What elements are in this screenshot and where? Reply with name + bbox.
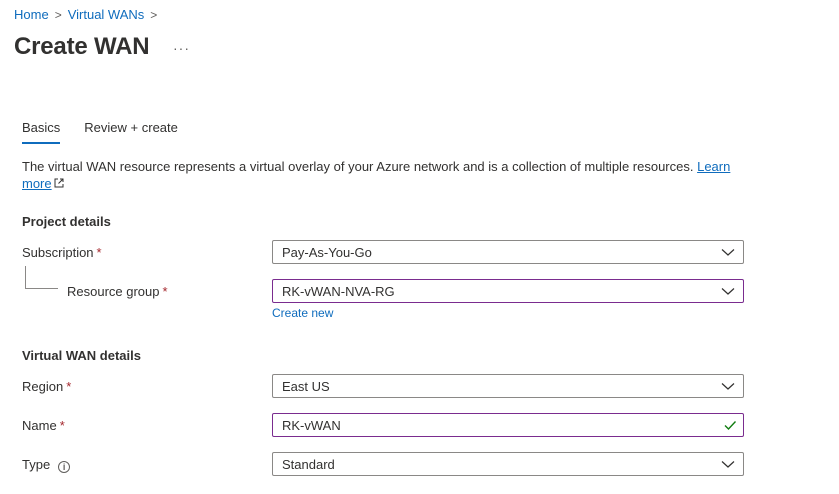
type-label: Type i	[22, 457, 71, 473]
resource-group-value: RK-vWAN-NVA-RG	[282, 283, 395, 299]
info-icon[interactable]: i	[58, 461, 71, 473]
required-marker: *	[162, 284, 168, 299]
required-marker: *	[59, 418, 65, 433]
chevron-down-icon	[721, 288, 735, 295]
region-value: East US	[282, 378, 330, 394]
type-value: Standard	[282, 456, 335, 472]
region-label: Region *	[22, 379, 71, 394]
checkmark-icon	[724, 421, 737, 431]
chevron-down-icon	[721, 249, 735, 256]
breadcrumb-virtual-wans-link[interactable]: Virtual WANs	[68, 7, 145, 22]
chevron-right-icon: >	[150, 7, 158, 22]
create-new-link[interactable]: Create new	[272, 306, 333, 320]
more-options-icon[interactable]: ···	[173, 40, 190, 56]
name-value: RK-vWAN	[282, 417, 341, 433]
description: The virtual WAN resource represents a vi…	[22, 158, 752, 194]
subscription-dropdown[interactable]: Pay-As-You-Go	[272, 240, 744, 264]
virtual-wan-details-title: Virtual WAN details	[22, 348, 141, 363]
subscription-value: Pay-As-You-Go	[282, 244, 372, 260]
learn-more-word1: Learn	[697, 159, 731, 174]
chevron-down-icon	[721, 461, 735, 468]
page-title: Create WAN	[14, 33, 150, 60]
resource-group-dropdown[interactable]: RK-vWAN-NVA-RG	[272, 279, 744, 303]
region-label-text: Region	[22, 379, 64, 394]
name-input[interactable]: RK-vWAN	[272, 413, 744, 437]
breadcrumb-home-link[interactable]: Home	[14, 7, 49, 22]
external-link-icon	[54, 177, 64, 194]
subscription-label-text: Subscription	[22, 245, 94, 260]
chevron-down-icon	[721, 383, 735, 390]
tab-basics[interactable]: Basics	[22, 120, 61, 144]
breadcrumb: Home > Virtual WANs >	[14, 7, 163, 22]
chevron-right-icon: >	[54, 7, 62, 22]
name-label: Name *	[22, 418, 65, 433]
tab-bar: Basics Review + create	[22, 120, 202, 144]
description-text: The virtual WAN resource represents a vi…	[22, 159, 698, 174]
resource-group-label-text: Resource group	[67, 284, 160, 299]
project-details-title: Project details	[22, 214, 111, 229]
tree-connector	[25, 266, 58, 289]
name-label-text: Name	[22, 418, 57, 433]
learn-more-word2: more	[22, 176, 52, 191]
required-marker: *	[96, 245, 102, 260]
resource-group-label: Resource group *	[67, 284, 168, 299]
required-marker: *	[66, 379, 72, 394]
type-label-text: Type	[22, 457, 51, 472]
region-dropdown[interactable]: East US	[272, 374, 744, 398]
type-dropdown[interactable]: Standard	[272, 452, 744, 476]
subscription-label: Subscription *	[22, 245, 102, 260]
tab-review-create[interactable]: Review + create	[84, 120, 178, 144]
